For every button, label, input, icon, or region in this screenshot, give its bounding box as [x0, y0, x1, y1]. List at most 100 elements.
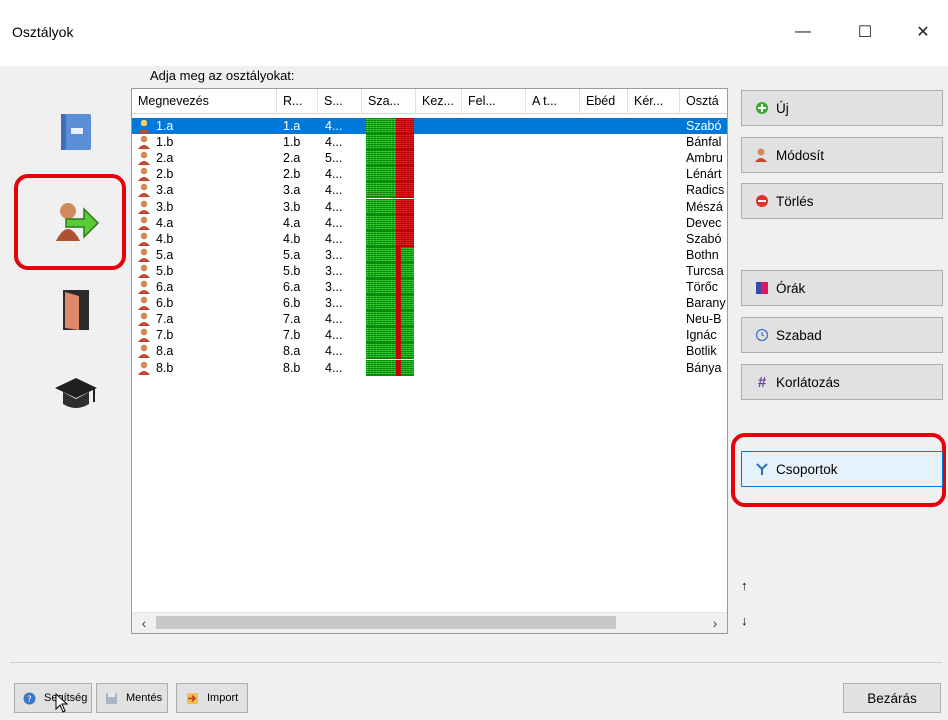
short-name-cell: 2.a	[283, 151, 301, 166]
new-label: Új	[776, 100, 789, 116]
table-row[interactable]: 4.b 4.b 4... Szabó	[132, 230, 727, 247]
new-button[interactable]: Új	[741, 90, 943, 126]
teacher-cell: Szabó	[686, 231, 722, 246]
classes-table[interactable]: Megnevezés R... S... Sza... Kez... Fel... A t.…	[131, 88, 728, 634]
count-cell: 4...	[325, 167, 343, 182]
teacher-cell: Lénárt	[686, 167, 722, 182]
column-header[interactable]: Kér...	[628, 89, 680, 113]
table-row[interactable]: 4.a 4.a 4... Devec	[132, 214, 727, 231]
count-cell: 3...	[325, 263, 343, 278]
class-person-icon	[138, 119, 150, 133]
table-row[interactable]: 7.b 7.b 4... Ignác	[132, 327, 727, 344]
column-header[interactable]: Osztá	[680, 89, 727, 113]
class-name-cell: 2.a	[156, 151, 174, 166]
teacher-cell: Mészá	[686, 199, 723, 214]
availability-grid	[366, 150, 414, 167]
free-button[interactable]: Szabad	[741, 317, 943, 353]
scroll-thumb[interactable]	[156, 616, 616, 629]
hash-icon: #	[757, 373, 767, 391]
sidebar-subjects-button[interactable]	[36, 354, 116, 434]
table-row[interactable]: 6.a 6.a 3... Törőc	[132, 279, 727, 295]
availability-grid	[366, 327, 414, 344]
maximize-button[interactable]: ☐	[842, 16, 888, 48]
save-icon	[105, 691, 118, 705]
scroll-right-button[interactable]: ›	[705, 614, 725, 632]
help-button[interactable]: ? Segítség	[14, 683, 92, 713]
sidebar-rooms-button[interactable]	[36, 270, 116, 350]
teacher-cell: Szabó	[686, 119, 722, 133]
import-button[interactable]: Import	[176, 683, 248, 713]
table-row[interactable]: 3.a 3.a 4... Radics	[132, 182, 727, 199]
availability-grid	[366, 262, 414, 279]
footer-separator	[10, 662, 942, 663]
count-cell: 3...	[325, 247, 343, 262]
column-header[interactable]: A t...	[526, 89, 580, 113]
class-name-cell: 2.b	[156, 167, 174, 182]
count-cell: 4...	[325, 328, 343, 343]
table-row[interactable]: 5.a 5.a 3... Bothn	[132, 246, 727, 263]
column-header[interactable]: Kez...	[416, 89, 462, 113]
class-name-cell: 6.a	[156, 280, 174, 294]
class-person-icon	[138, 280, 150, 294]
short-name-cell: 7.a	[283, 312, 301, 327]
column-header[interactable]: R...	[277, 89, 318, 113]
person-edit-icon	[754, 147, 770, 163]
class-person-icon	[138, 151, 150, 166]
move-down-button[interactable]: ↓	[741, 613, 748, 628]
availability-grid	[366, 134, 414, 151]
column-header[interactable]: Megnevezés	[132, 89, 277, 113]
availability-grid	[366, 295, 414, 312]
count-cell: 4...	[325, 215, 343, 230]
lessons-icon	[754, 280, 770, 296]
availability-grid	[366, 230, 414, 247]
table-row[interactable]: 8.b 8.b 4... Bánya	[132, 359, 727, 376]
class-name-cell: 4.b	[156, 231, 174, 246]
short-name-cell: 8.b	[283, 360, 301, 375]
sidebar-classes-button[interactable]	[36, 180, 116, 260]
move-up-button[interactable]: ↑	[741, 578, 748, 593]
count-cell: 3...	[325, 296, 343, 311]
count-cell: 4...	[325, 344, 343, 359]
horizontal-scrollbar[interactable]: ‹ ›	[132, 612, 727, 633]
short-name-cell: 1.a	[283, 119, 301, 133]
title-bar: Osztályok — ☐ ✕	[0, 0, 948, 66]
close-dialog-button[interactable]: Bezárás	[843, 683, 941, 713]
table-row[interactable]: 3.b 3.b 4... Mészá	[132, 198, 727, 215]
table-row[interactable]: 1.a 1.a 4... Szabó	[132, 118, 727, 134]
class-person-icon	[138, 216, 150, 230]
count-cell: 4...	[325, 119, 343, 133]
delete-button[interactable]: Törlés	[741, 183, 943, 219]
scroll-left-button[interactable]: ‹	[134, 614, 154, 632]
import-icon	[185, 691, 199, 705]
availability-grid	[366, 279, 414, 295]
table-row[interactable]: 8.a 8.a 4... Botlik	[132, 343, 727, 360]
class-person-icon	[138, 345, 150, 359]
column-header[interactable]: Ebéd	[580, 89, 628, 113]
table-row[interactable]: 6.b 6.b 3... Barany	[132, 295, 727, 312]
modify-label: Módosít	[776, 147, 825, 163]
table-row[interactable]: 2.a 2.a 5... Ambru	[132, 150, 727, 167]
table-row[interactable]: 1.b 1.b 4... Bánfal	[132, 134, 727, 151]
constraints-button[interactable]: # Korlátozás	[741, 364, 943, 400]
sidebar-book-button[interactable]	[36, 92, 116, 172]
short-name-cell: 1.b	[283, 135, 301, 150]
table-row[interactable]: 5.b 5.b 3... Turcsa	[132, 262, 727, 279]
modify-button[interactable]: Módosít	[741, 137, 943, 173]
groups-button[interactable]: Csoportok	[741, 451, 943, 487]
column-header[interactable]: Sza...	[362, 89, 416, 113]
class-person-icon	[138, 296, 150, 311]
minimize-button[interactable]: —	[780, 16, 826, 48]
short-name-cell: 3.a	[283, 183, 301, 198]
class-person-icon	[138, 135, 150, 150]
count-cell: 4...	[325, 135, 343, 150]
save-button[interactable]: Mentés	[96, 683, 168, 713]
table-row[interactable]: 2.b 2.b 4... Lénárt	[132, 166, 727, 183]
mouse-cursor-icon	[55, 693, 69, 713]
column-header[interactable]: Fel...	[462, 89, 526, 113]
count-cell: 4...	[325, 231, 343, 246]
column-header[interactable]: S...	[318, 89, 362, 113]
close-window-button[interactable]: ✕	[900, 16, 946, 48]
lessons-button[interactable]: Órák	[741, 270, 943, 306]
table-row[interactable]: 7.a 7.a 4... Neu-B	[132, 311, 727, 328]
graduation-cap-icon	[55, 378, 97, 408]
